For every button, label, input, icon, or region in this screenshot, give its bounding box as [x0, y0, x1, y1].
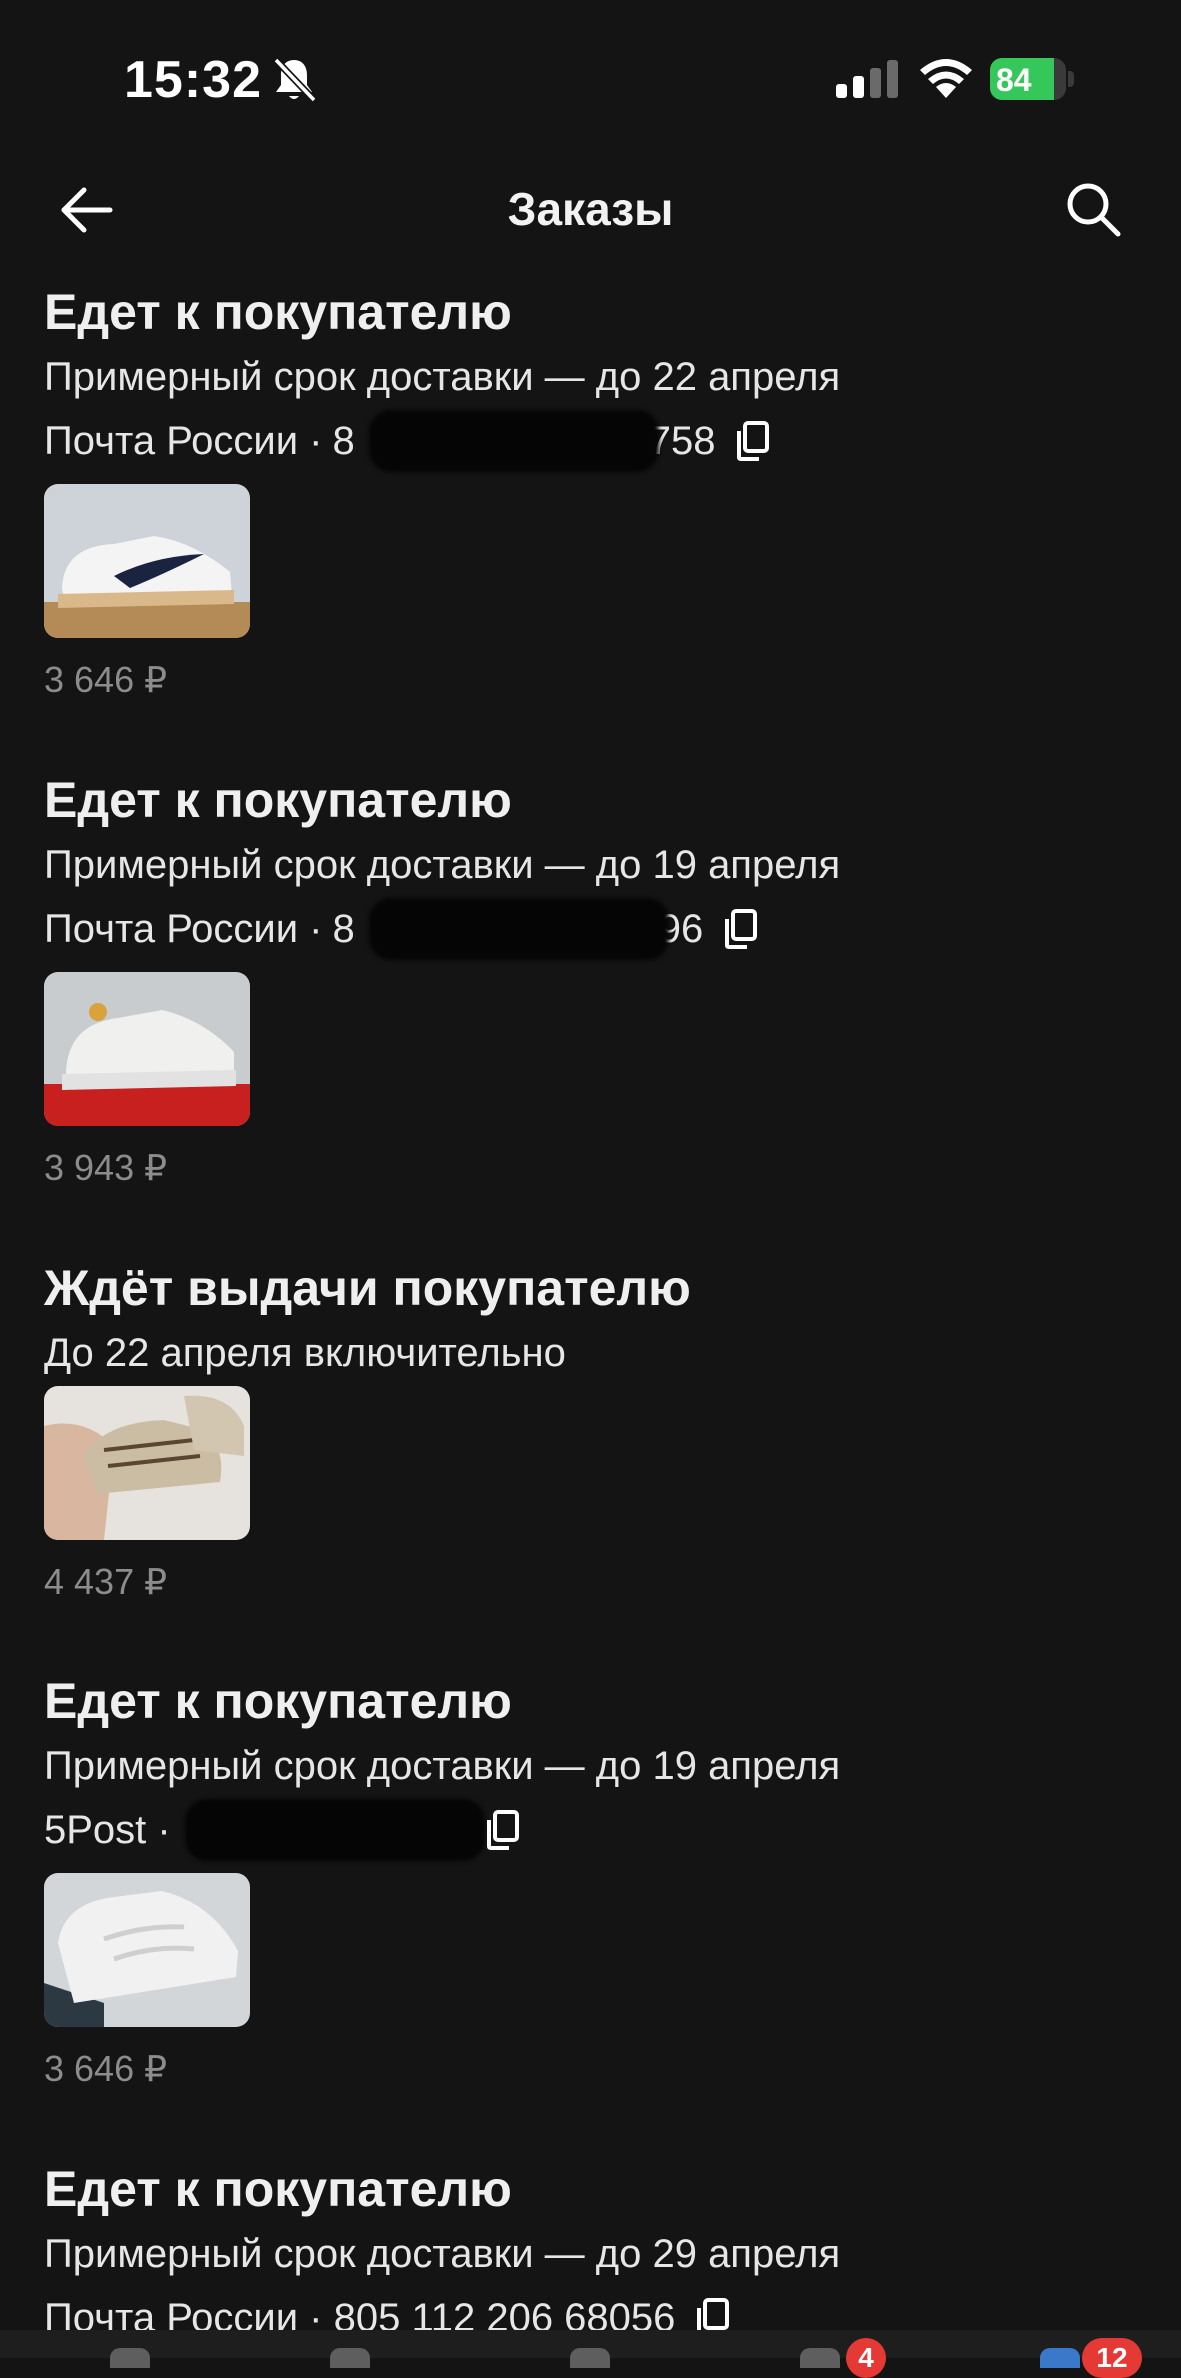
tracking-row: 5Post ·: [44, 1797, 1144, 1863]
order-price: 3 646 ₽: [44, 659, 167, 700]
navigation-header: Заказы: [0, 160, 1181, 260]
order-status: Едет к покупателю: [44, 1673, 512, 1729]
tab-profile-icon[interactable]: [1040, 2348, 1080, 2368]
order-status: Едет к покупателю: [44, 772, 512, 828]
tab-catalog-icon[interactable]: [330, 2348, 370, 2368]
order-card[interactable]: Ждёт выдачи покупателю До 22 апреля вклю…: [44, 1260, 1144, 1604]
order-card[interactable]: Едет к покупателю Примерный срок доставк…: [44, 2161, 1144, 2351]
product-image[interactable]: [44, 1873, 250, 2027]
order-status: Едет к покупателю: [44, 284, 512, 340]
order-status: Ждёт выдачи покупателю: [44, 1260, 691, 1316]
status-time: 15:32: [124, 51, 262, 109]
tracking-number-prefix: 8: [332, 907, 355, 951]
battery-percent: 84: [996, 62, 1032, 98]
order-card[interactable]: Едет к покупателю Примерный срок доставк…: [44, 284, 1144, 702]
tracking-row: Почта России · 8 758: [44, 408, 1144, 474]
cart-badge: 4: [846, 2338, 886, 2378]
battery-icon: 84: [990, 58, 1078, 100]
pickup-deadline: До 22 апреля включительно: [44, 1331, 566, 1375]
order-card[interactable]: Едет к покупателю Примерный срок доставк…: [44, 1673, 1144, 2091]
carrier-name: Почта России ·: [44, 419, 323, 463]
redacted-tracking: [184, 1799, 485, 1861]
delivery-estimate: Примерный срок доставки — до 19 апреля: [44, 843, 841, 887]
order-price: 4 437 ₽: [44, 1561, 167, 1602]
bell-slash-icon: [273, 57, 316, 103]
delivery-estimate: Примерный срок доставки — до 19 апреля: [44, 1744, 841, 1788]
tracking-number-prefix: 8: [332, 419, 355, 463]
order-price: 3 943 ₽: [44, 1147, 167, 1188]
tab-bar: 4 12: [0, 2330, 1181, 2378]
page-title: Заказы: [507, 183, 674, 235]
tab-favorites-icon[interactable]: [570, 2348, 610, 2368]
tab-cart-icon[interactable]: [800, 2348, 840, 2368]
carrier-name: 5Post ·: [44, 1808, 171, 1852]
product-image[interactable]: [44, 484, 250, 638]
profile-badge: 12: [1082, 2338, 1142, 2378]
tab-home-icon[interactable]: [110, 2348, 150, 2368]
order-card[interactable]: Едет к покупателю Примерный срок доставк…: [44, 772, 1144, 1190]
delivery-estimate: Примерный срок доставки — до 29 апреля: [44, 2232, 841, 2276]
status-bar: 15:32 84: [0, 0, 1181, 160]
carrier-name: Почта России ·: [44, 907, 323, 951]
signal-icon: [836, 60, 898, 98]
product-image[interactable]: [44, 1386, 250, 1540]
search-icon[interactable]: [1064, 180, 1122, 238]
copy-icon[interactable]: [735, 421, 771, 461]
tracking-number-suffix: 758: [648, 419, 716, 463]
redacted-tracking: [368, 410, 659, 472]
order-status: Едет к покупателю: [44, 2161, 512, 2217]
redacted-tracking: [368, 898, 669, 960]
product-image[interactable]: [44, 972, 250, 1126]
copy-icon[interactable]: [485, 1810, 521, 1850]
wifi-icon: [920, 59, 972, 98]
order-price: 3 646 ₽: [44, 2048, 167, 2089]
delivery-estimate: Примерный срок доставки — до 22 апреля: [44, 355, 841, 399]
tracking-row: Почта России · 8 96: [44, 896, 1144, 962]
copy-icon[interactable]: [723, 909, 759, 949]
